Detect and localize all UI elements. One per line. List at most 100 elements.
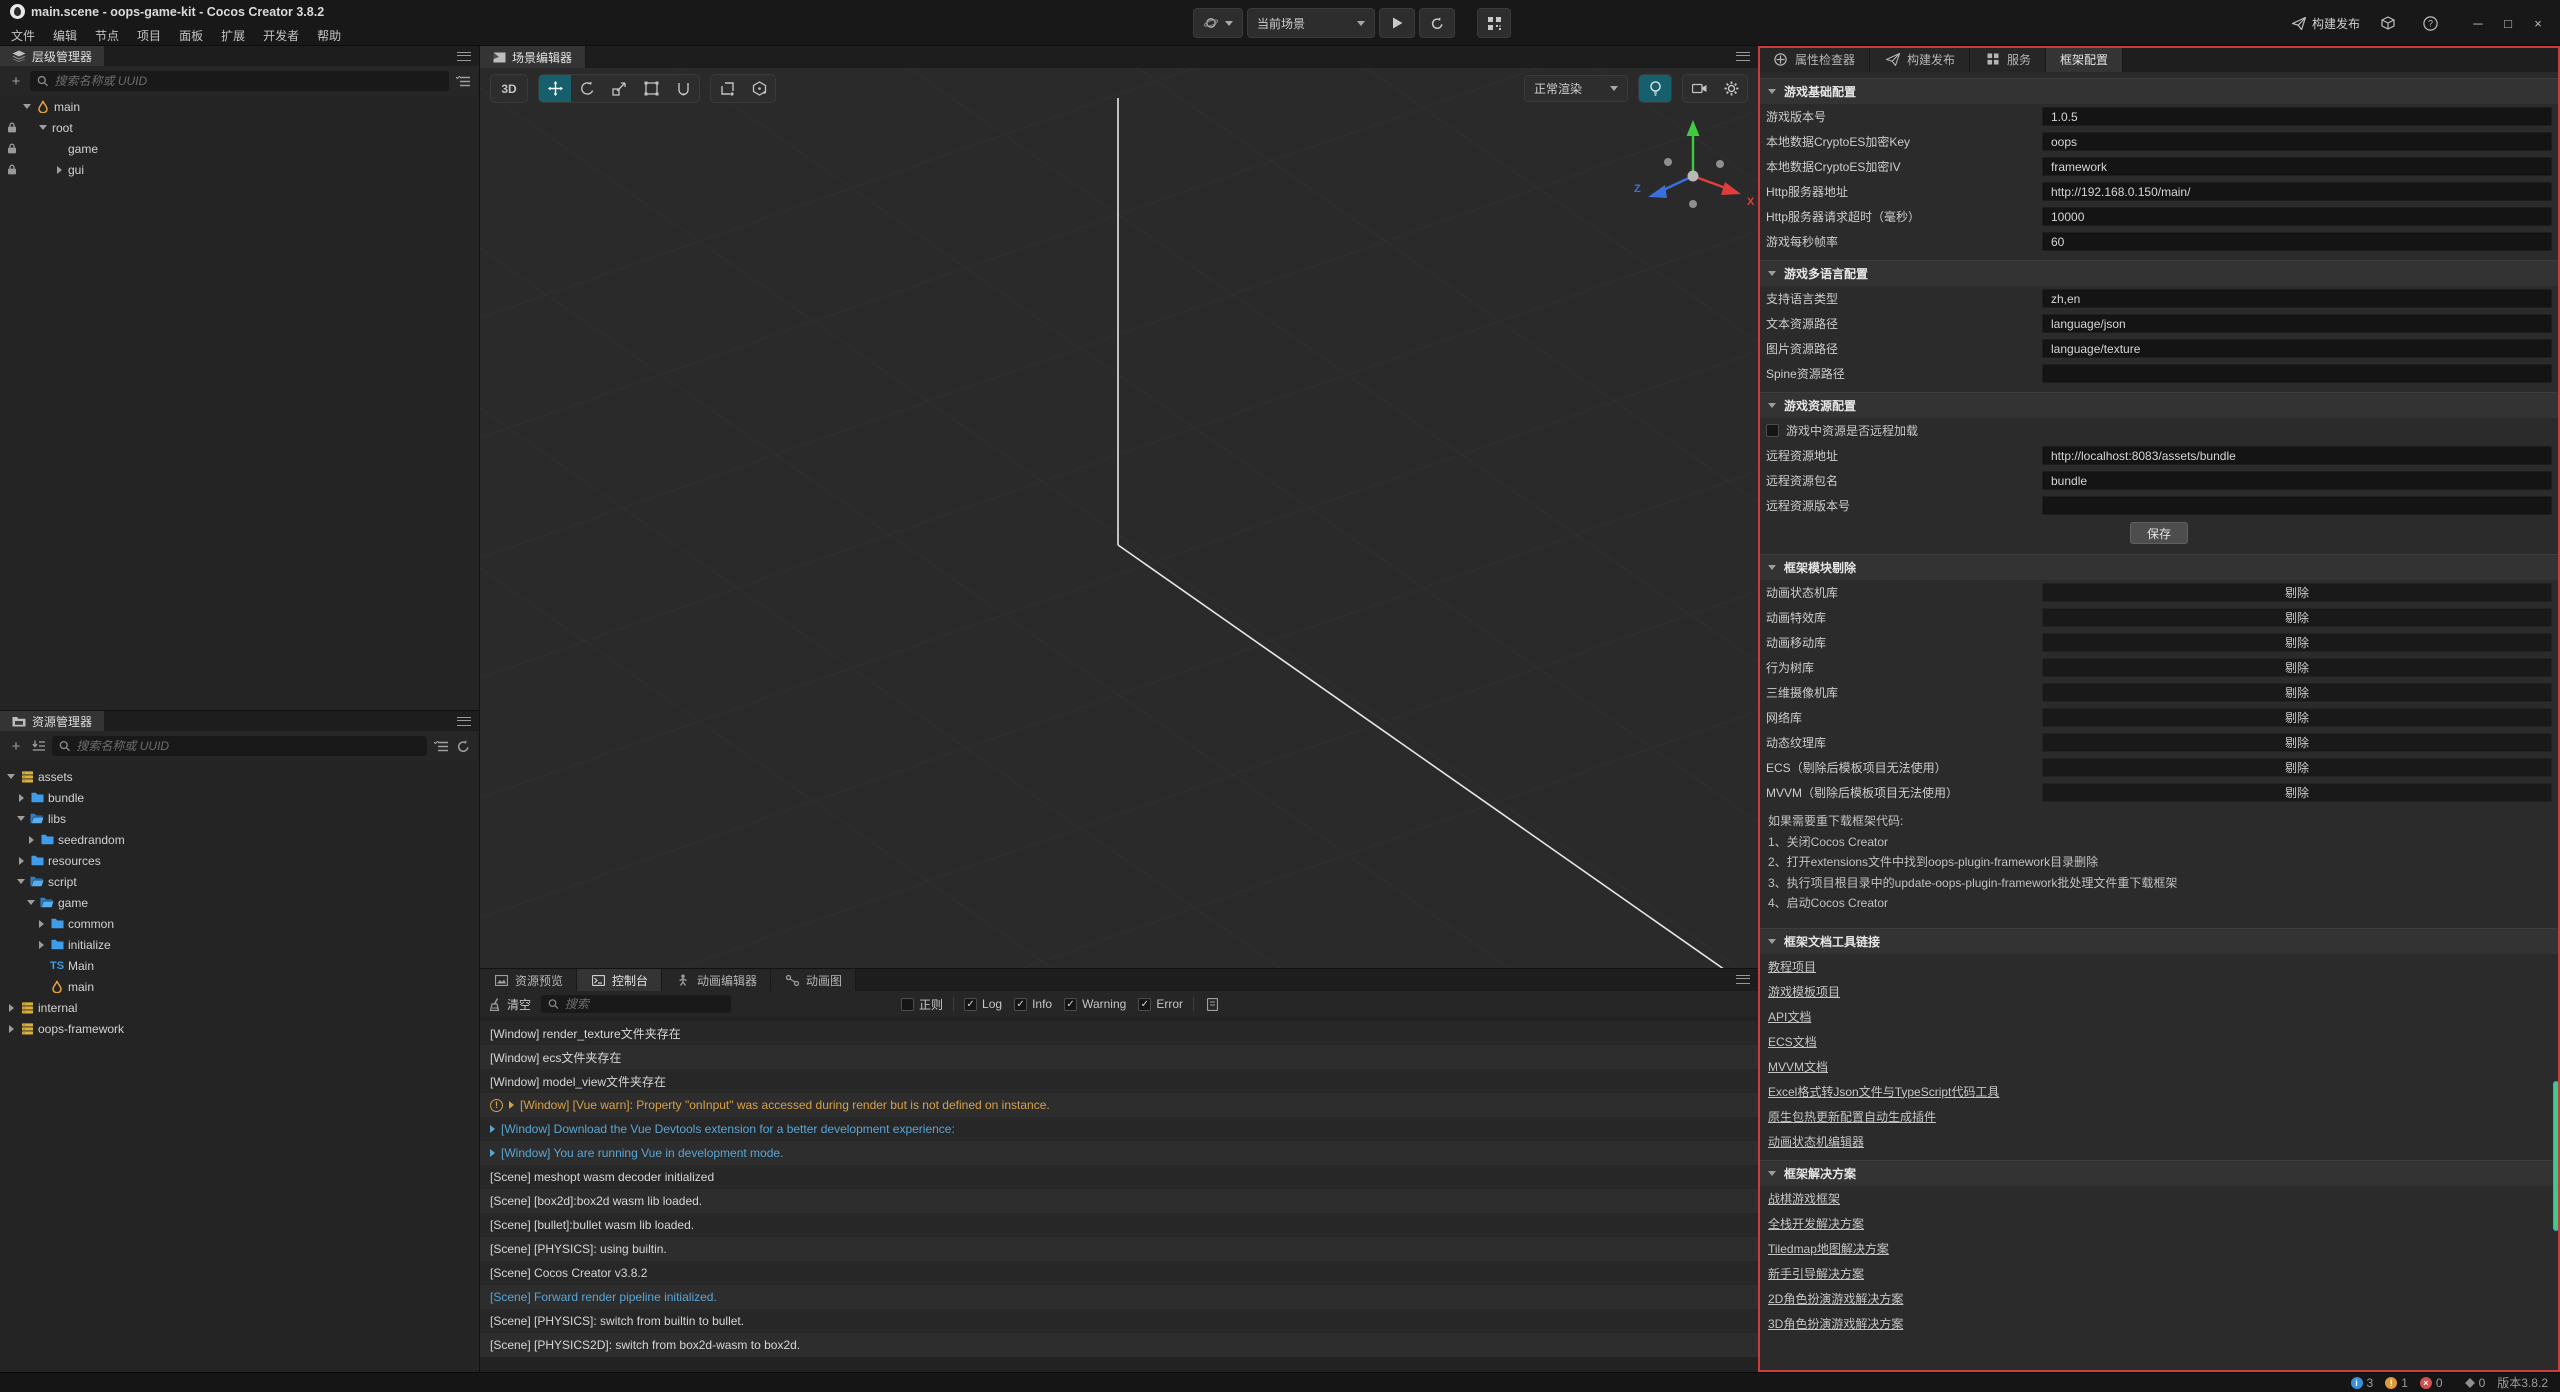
log-row[interactable]: [Scene] Forward render pipeline initiali…: [480, 1285, 1758, 1309]
coordinate-toggle-button[interactable]: [743, 75, 775, 102]
hierarchy-node-main[interactable]: main: [0, 96, 479, 117]
doc-link[interactable]: 2D角色扮演游戏解决方案: [1768, 1290, 1903, 1307]
expand-arrow-icon[interactable]: [20, 104, 34, 109]
filter-checkbox-error[interactable]: ✓: [1138, 998, 1151, 1011]
inspector-tab-3[interactable]: 框架配置: [2046, 46, 2123, 72]
doc-link[interactable]: 动画状态机编辑器: [1768, 1133, 1864, 1150]
expand-arrow-icon[interactable]: [36, 125, 50, 130]
doc-link[interactable]: Excel格式转Json文件与TypeScript代码工具: [1768, 1083, 1999, 1100]
log-row[interactable]: [Scene] meshopt wasm decoder initialized: [480, 1165, 1758, 1189]
rotate-tool-button[interactable]: [571, 75, 603, 102]
doc-link[interactable]: 全栈开发解决方案: [1768, 1215, 1864, 1232]
cull-button[interactable]: 剔除: [2042, 708, 2552, 727]
maximize-button[interactable]: □: [2494, 9, 2522, 37]
collapse-arrow-icon[interactable]: [34, 941, 48, 949]
status-log-count[interactable]: i 3: [2351, 1376, 2374, 1390]
section-header-1[interactable]: 游戏多语言配置: [1758, 260, 2560, 286]
play-button[interactable]: [1379, 8, 1415, 38]
expand-chevron-icon[interactable]: [490, 1125, 495, 1133]
expand-chevron-icon[interactable]: [509, 1101, 514, 1109]
filter-error[interactable]: ✓Error: [1138, 997, 1183, 1011]
preview-target-dropdown[interactable]: [1193, 8, 1243, 38]
log-row[interactable]: [Scene] [PHYSICS]: using builtin.: [480, 1237, 1758, 1261]
doc-link[interactable]: 3D角色扮演游戏解决方案: [1768, 1315, 1903, 1332]
collapse-arrow-icon[interactable]: [24, 836, 38, 844]
create-node-button[interactable]: +: [8, 73, 24, 89]
log-row[interactable]: [Scene] [bullet]:bullet wasm lib loaded.: [480, 1213, 1758, 1237]
pivot-toggle-button[interactable]: [711, 75, 743, 102]
preview-qrcode-button[interactable]: [1477, 8, 1511, 38]
cull-button[interactable]: 剔除: [2042, 758, 2552, 777]
console-tab-2[interactable]: 动画编辑器: [662, 969, 771, 991]
reload-button[interactable]: [1419, 8, 1455, 38]
doc-link[interactable]: API文档: [1768, 1008, 1811, 1025]
collapse-logs-icon[interactable]: [1204, 996, 1220, 1012]
log-row[interactable]: [Window] render_texture文件夹存在: [480, 1021, 1758, 1045]
asset-node-common[interactable]: common: [0, 913, 479, 934]
build-publish-button[interactable]: 构建发布: [2292, 15, 2360, 32]
doc-link[interactable]: 原生包热更新配置自动生成插件: [1768, 1108, 1936, 1125]
scene-settings-button[interactable]: [1715, 75, 1747, 102]
minimize-button[interactable]: ─: [2464, 9, 2492, 37]
console-menu-icon[interactable]: [1736, 975, 1750, 984]
help-button[interactable]: ?: [2416, 9, 2444, 37]
regex-filter[interactable]: 正则: [901, 996, 943, 1013]
cull-button[interactable]: 剔除: [2042, 683, 2552, 702]
scene-editor-tab[interactable]: 场景编辑器: [480, 46, 586, 68]
console-tab-3[interactable]: 动画图: [771, 969, 856, 991]
filter-checkbox-log[interactable]: ✓: [964, 998, 977, 1011]
hierarchy-node-root[interactable]: root: [0, 117, 479, 138]
filter-warning[interactable]: ✓Warning: [1064, 997, 1126, 1011]
collapse-arrow-icon[interactable]: [14, 794, 28, 802]
inspector-tab-0[interactable]: 属性检查器: [1758, 46, 1870, 72]
regex-checkbox[interactable]: [901, 998, 914, 1011]
dimension-toggle-button[interactable]: 3D: [491, 75, 527, 102]
menu-item-2[interactable]: 节点: [86, 25, 128, 46]
field-input[interactable]: [2042, 314, 2552, 333]
field-input[interactable]: [2042, 289, 2552, 308]
field-input[interactable]: [2042, 182, 2552, 201]
field-input[interactable]: [2042, 496, 2552, 515]
move-tool-button[interactable]: [539, 75, 571, 102]
scene-viewport[interactable]: 3D: [480, 68, 1758, 968]
asset-node-oops-framework[interactable]: oops-framework: [0, 1018, 479, 1039]
assets-search-input[interactable]: [76, 739, 420, 753]
scrollbar-thumb[interactable]: [2553, 1081, 2559, 1231]
section-header-3[interactable]: 框架模块剔除: [1758, 554, 2560, 580]
lighting-toggle-button[interactable]: [1639, 75, 1671, 102]
log-row[interactable]: [Scene] [PHYSICS2D]: switch from box2d-w…: [480, 1333, 1758, 1357]
scene-menu-icon[interactable]: [1736, 52, 1750, 61]
doc-link[interactable]: Tiledmap地图解决方案: [1768, 1240, 1889, 1257]
doc-link[interactable]: ECS文档: [1768, 1033, 1817, 1050]
asset-node-initialize[interactable]: initialize: [0, 934, 479, 955]
filter-checkbox-warning[interactable]: ✓: [1064, 998, 1077, 1011]
menu-item-3[interactable]: 项目: [128, 25, 170, 46]
doc-link[interactable]: 游戏模板项目: [1768, 983, 1840, 1000]
hierarchy-node-game[interactable]: game: [0, 138, 479, 159]
field-input[interactable]: [2042, 107, 2552, 126]
field-input[interactable]: [2042, 471, 2552, 490]
collapse-arrow-icon[interactable]: [34, 920, 48, 928]
asset-node-main[interactable]: main: [0, 976, 479, 997]
hierarchy-search-input[interactable]: [54, 74, 442, 88]
close-button[interactable]: ×: [2524, 9, 2552, 37]
expand-arrow-icon[interactable]: [14, 879, 28, 884]
filter-checkbox-info[interactable]: ✓: [1014, 998, 1027, 1011]
log-row[interactable]: [Scene] Cocos Creator v3.8.2: [480, 1261, 1758, 1285]
assets-refresh-icon[interactable]: [455, 738, 471, 754]
asset-node-seedrandom[interactable]: seedrandom: [0, 829, 479, 850]
status-error-count[interactable]: × 0: [2420, 1376, 2443, 1390]
expand-arrow-icon[interactable]: [24, 900, 38, 905]
expand-arrow-icon[interactable]: [14, 816, 28, 821]
cull-button[interactable]: 剔除: [2042, 658, 2552, 677]
section-header-2[interactable]: 游戏资源配置: [1758, 392, 2560, 418]
asset-node-assets[interactable]: assets: [0, 766, 479, 787]
asset-node-bundle[interactable]: bundle: [0, 787, 479, 808]
filter-info[interactable]: ✓Info: [1014, 997, 1052, 1011]
menu-item-5[interactable]: 扩展: [212, 25, 254, 46]
menu-item-6[interactable]: 开发者: [254, 25, 308, 46]
hierarchy-node-gui[interactable]: gui: [0, 159, 479, 180]
menu-item-4[interactable]: 面板: [170, 25, 212, 46]
field-input[interactable]: [2042, 207, 2552, 226]
collapse-arrow-icon[interactable]: [4, 1004, 18, 1012]
